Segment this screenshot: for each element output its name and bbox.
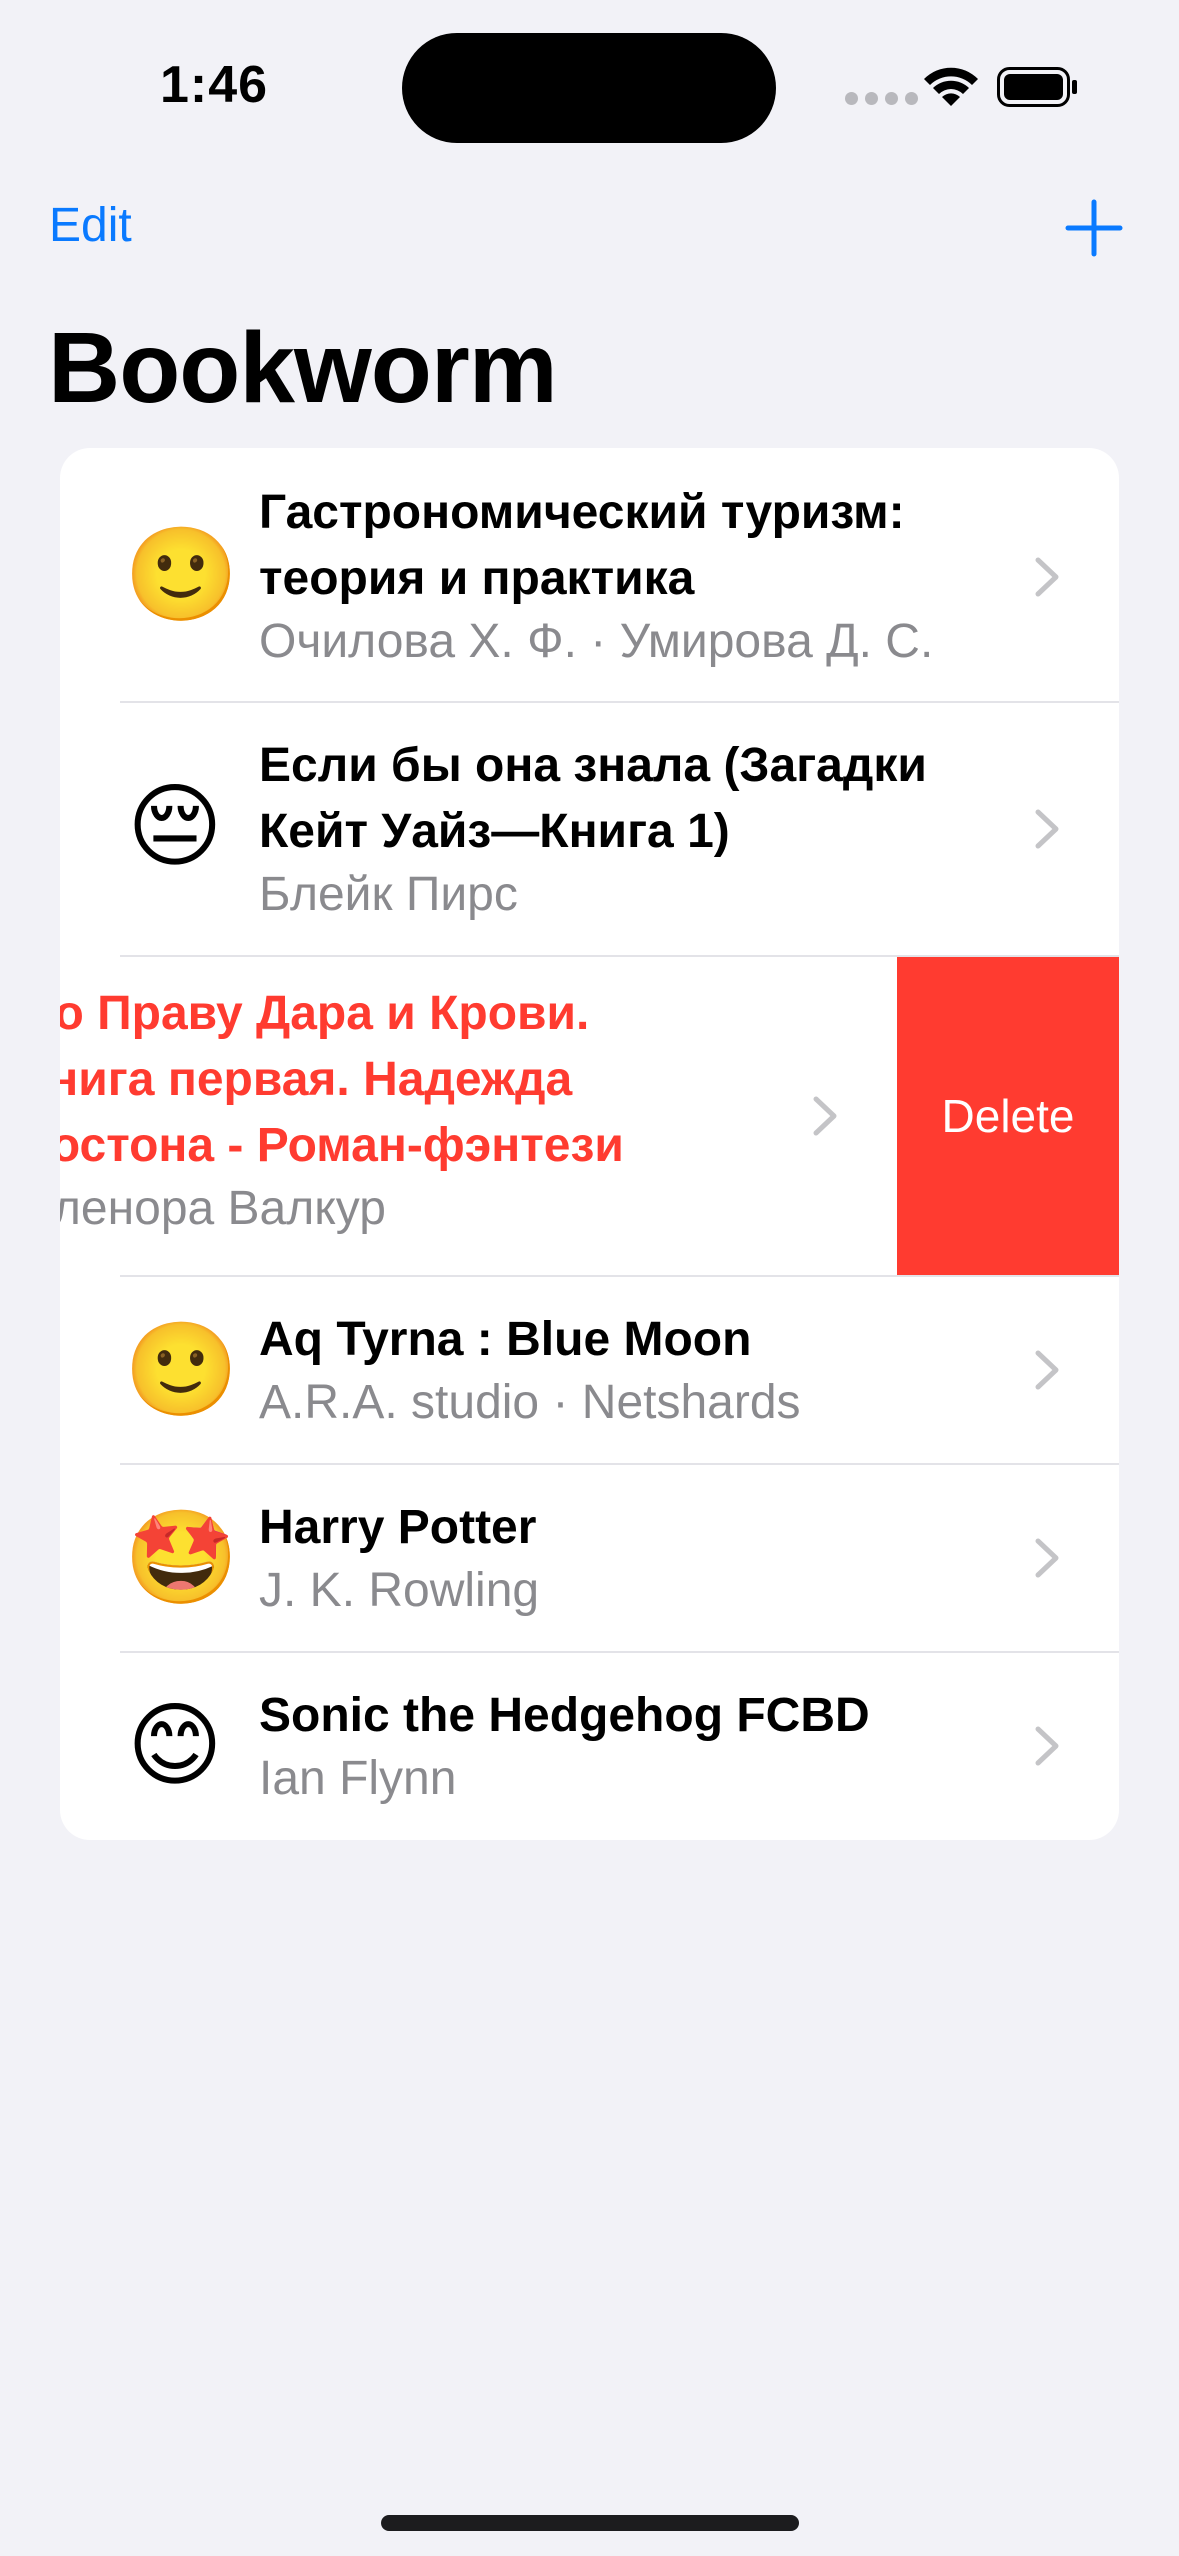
book-author: Ian Flynn [259, 1752, 457, 1805]
book-row[interactable]: 🤩 Harry Potter J. K. Rowling [60, 1465, 1119, 1651]
delete-button[interactable]: Delete [897, 957, 1119, 1275]
chevron-right-icon [1035, 1350, 1059, 1390]
plus-icon[interactable] [1064, 198, 1124, 258]
home-indicator[interactable] [381, 2515, 799, 2531]
rating-emoji-icon: 😊 [127, 1695, 223, 1797]
book-author: Эленора Валкур [60, 1182, 386, 1235]
book-row[interactable]: 🙂 Aq Tyrna : Blue Moon A.R.A. studio · N… [60, 1277, 1119, 1463]
book-title: Aq Tyrna : Blue Moon [259, 1313, 752, 1366]
chevron-right-icon [1035, 557, 1059, 597]
status-bar: 1:46 [0, 0, 1179, 160]
book-row[interactable]: 😊 Sonic the Hedgehog FCBD Ian Flynn [60, 1653, 1119, 1840]
status-time: 1:46 [160, 56, 269, 114]
book-title: Если бы она знала (Загадки [259, 739, 927, 792]
page-title: Bookworm [48, 312, 558, 424]
book-row[interactable]: 😔 Если бы она знала (Загадки Кейт Уайз—К… [60, 703, 1119, 955]
book-title: Книга первая. Надежда [60, 1053, 573, 1106]
chevron-right-icon [1035, 809, 1059, 849]
book-author: Блейк Пирс [259, 868, 518, 921]
book-row[interactable]: 🙂 Гастрономический туризм: теория и прак… [60, 448, 1119, 702]
book-author: Очилова Х. Ф. · Умирова Д. С. [259, 615, 934, 668]
cellular-signal-icon [845, 92, 918, 105]
book-title: Harry Potter [259, 1501, 537, 1554]
book-title: Ростона - Роман-фэнтези [60, 1119, 624, 1172]
dynamic-island [402, 33, 776, 143]
rating-emoji-icon: 🙂 [124, 1319, 239, 1421]
rating-emoji-icon: 🤩 [124, 1507, 239, 1609]
battery-icon [997, 67, 1077, 107]
wifi-icon [924, 67, 978, 106]
rating-emoji-icon: 😔 [127, 776, 223, 878]
chevron-right-icon [813, 1096, 837, 1136]
book-title: По Праву Дара и Крови. [60, 987, 590, 1040]
chevron-right-icon [1035, 1726, 1059, 1766]
book-row-swiped[interactable]: По Праву Дара и Крови. Книга первая. Над… [60, 957, 1119, 1275]
book-title: Sonic the Hedgehog FCBD [259, 1689, 870, 1742]
chevron-right-icon [1035, 1538, 1059, 1578]
rating-emoji-icon: 🙂 [124, 524, 239, 626]
book-author: J. K. Rowling [259, 1564, 540, 1617]
book-title: теория и практика [259, 552, 695, 605]
book-title: Гастрономический туризм: [259, 486, 905, 539]
book-list: 🙂 Гастрономический туризм: теория и прак… [60, 448, 1119, 1840]
edit-button[interactable]: Edit [49, 198, 132, 253]
book-title: Кейт Уайз—Книга 1) [259, 805, 730, 858]
book-author: A.R.A. studio · Netshards [259, 1376, 801, 1429]
